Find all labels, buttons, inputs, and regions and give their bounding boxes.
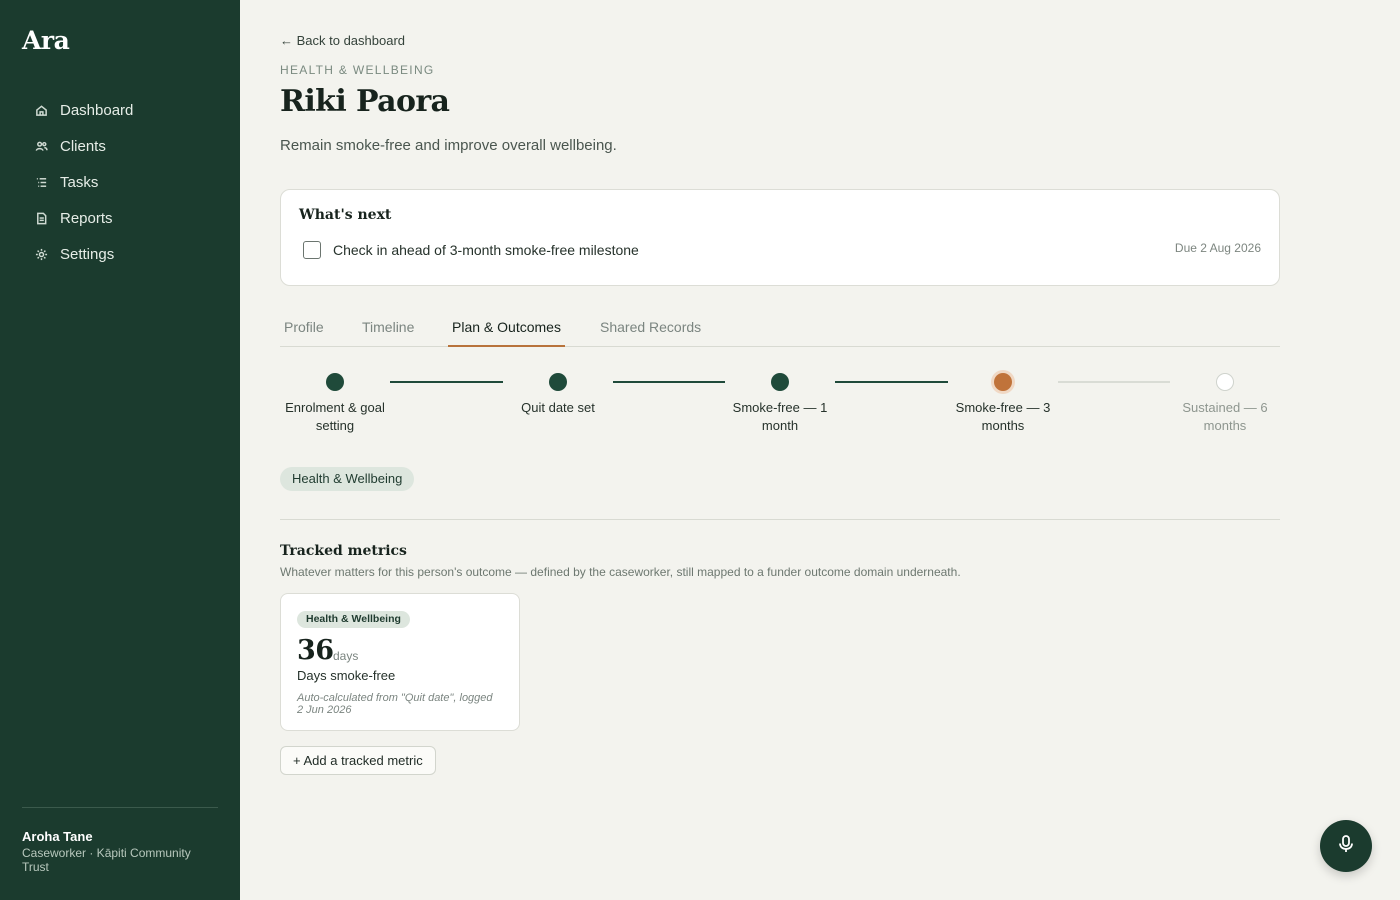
back-to-dashboard-link[interactable]: ← Back to dashboard bbox=[280, 33, 405, 48]
voice-input-button[interactable] bbox=[1320, 820, 1372, 872]
task-due-date: Due 2 Aug 2026 bbox=[1174, 241, 1261, 255]
user-name: Aroha Tane bbox=[22, 829, 93, 844]
microphone-icon bbox=[1336, 834, 1356, 859]
tab-plan-outcomes[interactable]: Plan & Outcomes bbox=[448, 310, 565, 347]
task-checkbox[interactable] bbox=[303, 241, 321, 259]
metric-unit: days bbox=[333, 649, 359, 663]
document-icon bbox=[34, 211, 48, 225]
tracked-metrics-subtitle: Whatever matters for this person's outco… bbox=[280, 565, 961, 579]
sidebar-item-label: Tasks bbox=[60, 173, 99, 191]
sidebar-item-reports[interactable]: Reports bbox=[22, 200, 218, 236]
sidebar-item-label: Dashboard bbox=[60, 101, 134, 119]
milestone-connector bbox=[1058, 381, 1170, 383]
client-name: Riki Paora bbox=[280, 84, 450, 119]
whats-next-card: What's next Check in ahead of 3-month sm… bbox=[280, 189, 1280, 286]
sidebar-item-label: Settings bbox=[60, 245, 115, 263]
milestone-label: Smoke-free — 1 month bbox=[732, 400, 828, 433]
milestone-dot-current bbox=[994, 373, 1012, 391]
milestone-dot-complete bbox=[326, 373, 344, 391]
gear-icon bbox=[34, 247, 48, 261]
outcome-domain-badge: Health & Wellbeing bbox=[280, 467, 415, 491]
metric-name: Days smoke-free bbox=[297, 668, 396, 683]
sidebar-item-tasks[interactable]: Tasks bbox=[22, 164, 218, 200]
milestone-sustained-6-months: Sustained — 6 months bbox=[1170, 370, 1280, 435]
section-label: HEALTH & WELLBEING bbox=[280, 63, 435, 77]
milestone-connector bbox=[613, 381, 725, 383]
milestone-dot-complete bbox=[549, 373, 567, 391]
users-icon bbox=[34, 139, 48, 153]
tab-timeline[interactable]: Timeline bbox=[358, 310, 418, 347]
home-icon bbox=[34, 103, 48, 117]
sidebar-item-dashboard[interactable]: Dashboard bbox=[22, 92, 218, 128]
sidebar-item-clients[interactable]: Clients bbox=[22, 128, 218, 164]
metric-note: Auto-calculated from "Quit date", logged… bbox=[297, 692, 493, 716]
milestone-smoke-free-3-months: Smoke-free — 3 months bbox=[948, 370, 1058, 435]
milestone-stepper: Enrolment & goal setting Quit date set S… bbox=[280, 370, 1280, 440]
add-tracked-metric-button[interactable]: + Add a tracked metric bbox=[280, 746, 436, 775]
sidebar: Ara Dashboard Clients Tasks Reports Sett… bbox=[0, 0, 240, 900]
section-divider bbox=[280, 519, 1280, 520]
tracked-metrics-title: Tracked metrics bbox=[280, 543, 407, 559]
list-icon bbox=[34, 175, 48, 189]
metric-card[interactable]: Health & Wellbeing 36 days Days smoke-fr… bbox=[280, 593, 520, 731]
milestone-connector bbox=[835, 381, 948, 383]
sidebar-item-settings[interactable]: Settings bbox=[22, 236, 218, 272]
milestone-smoke-free-1-month: Smoke-free — 1 month bbox=[725, 370, 835, 435]
milestone-enrolment: Enrolment & goal setting bbox=[280, 370, 390, 435]
milestone-label: Quit date set bbox=[521, 400, 595, 415]
tab-bar: Profile Timeline Plan & Outcomes Shared … bbox=[280, 310, 1280, 347]
milestone-label: Sustained — 6 months bbox=[1182, 400, 1268, 433]
metric-domain-badge: Health & Wellbeing bbox=[297, 611, 410, 628]
milestone-dot-complete bbox=[771, 373, 789, 391]
sidebar-item-label: Reports bbox=[60, 209, 113, 227]
whats-next-title: What's next bbox=[299, 207, 392, 223]
tab-shared-records[interactable]: Shared Records bbox=[596, 310, 705, 347]
sidebar-nav: Dashboard Clients Tasks Reports Settings bbox=[22, 92, 218, 272]
sidebar-item-label: Clients bbox=[60, 137, 106, 155]
metric-value: 36 bbox=[297, 635, 334, 666]
milestone-label: Smoke-free — 3 months bbox=[955, 400, 1051, 433]
task-text: Check in ahead of 3-month smoke-free mil… bbox=[333, 242, 639, 258]
milestone-label: Enrolment & goal setting bbox=[285, 400, 385, 433]
user-role: Caseworker · Kāpiti Community Trust bbox=[22, 846, 191, 874]
milestone-connector bbox=[390, 381, 503, 383]
milestone-dot-upcoming bbox=[1216, 373, 1234, 391]
tab-profile[interactable]: Profile bbox=[280, 310, 328, 347]
app-logo[interactable]: Ara bbox=[22, 26, 70, 55]
milestone-quit-date: Quit date set bbox=[503, 370, 613, 417]
client-goal: Remain smoke-free and improve overall we… bbox=[280, 137, 617, 154]
sidebar-divider bbox=[22, 807, 218, 808]
